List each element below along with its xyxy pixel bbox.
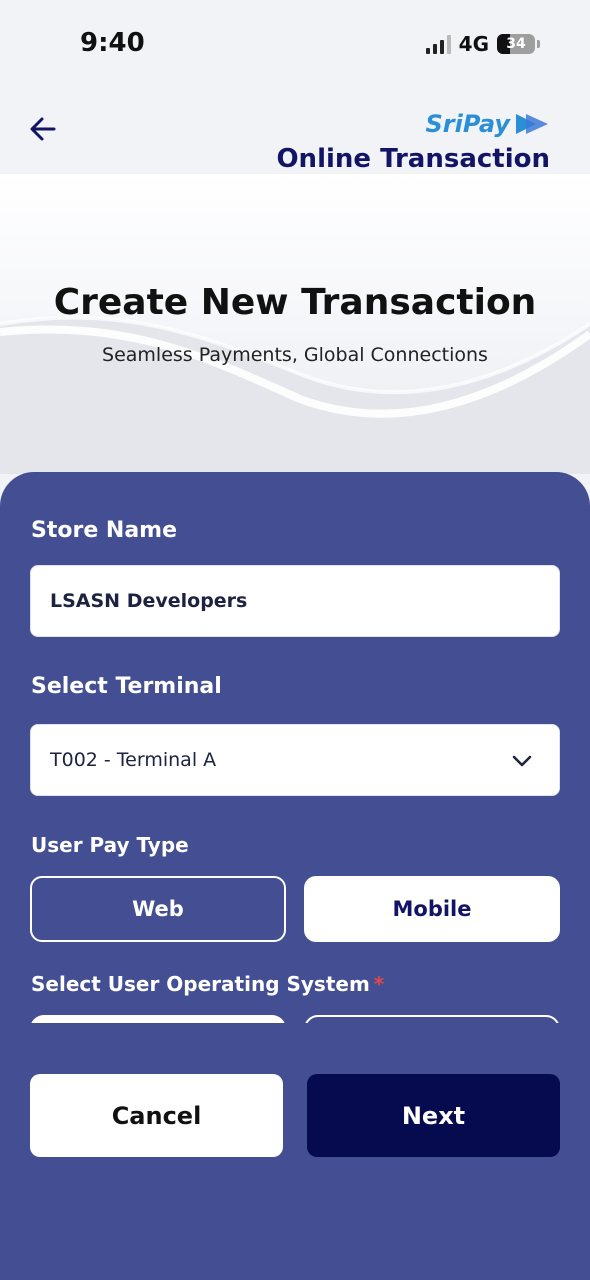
brand-name: SriPay [425, 110, 510, 138]
store-name-label: Store Name [31, 518, 178, 543]
back-button[interactable] [26, 112, 60, 146]
status-indicators: 4G 34 [425, 32, 540, 56]
terminal-label: Select Terminal [31, 674, 222, 699]
network-type: 4G [458, 32, 489, 56]
arrow-left-icon [30, 117, 56, 141]
status-time: 9:40 [80, 28, 145, 58]
cancel-button[interactable]: Cancel [30, 1074, 283, 1157]
hero-banner: Create New Transaction Seamless Payments… [0, 174, 590, 474]
status-bar: 9:40 4G 34 [0, 0, 590, 90]
os-option-first[interactable] [30, 1015, 286, 1023]
battery-tip [537, 40, 540, 48]
app-header: SriPay Online Transaction [0, 90, 590, 174]
chevron-down-icon [512, 755, 532, 767]
battery-level: 34 [506, 36, 526, 52]
hero-title: Create New Transaction [53, 282, 537, 323]
pay-type-label: User Pay Type [31, 833, 189, 857]
hero-subtitle: Seamless Payments, Global Connections [102, 344, 488, 366]
required-marker: * [373, 972, 385, 996]
terminal-select[interactable]: T002 - Terminal A [30, 724, 560, 796]
brand-logo: SriPay [425, 110, 550, 138]
store-name-value: LSASN Developers [50, 590, 248, 612]
os-label: Select User Operating System * [31, 972, 384, 996]
page-title: Online Transaction [276, 144, 550, 174]
play-arrow-icon [516, 114, 548, 134]
hero-wave-decoration [0, 315, 590, 474]
next-button[interactable]: Next [307, 1074, 560, 1157]
os-option-second[interactable] [304, 1015, 560, 1023]
pay-type-mobile-option[interactable]: Mobile [304, 876, 560, 942]
battery-icon: 34 [497, 34, 535, 54]
os-label-text: Select User Operating System [31, 972, 370, 996]
signal-icon [425, 34, 451, 54]
terminal-selected-value: T002 - Terminal A [50, 749, 217, 771]
store-name-field[interactable]: LSASN Developers [30, 565, 560, 637]
pay-type-web-option[interactable]: Web [30, 876, 286, 942]
